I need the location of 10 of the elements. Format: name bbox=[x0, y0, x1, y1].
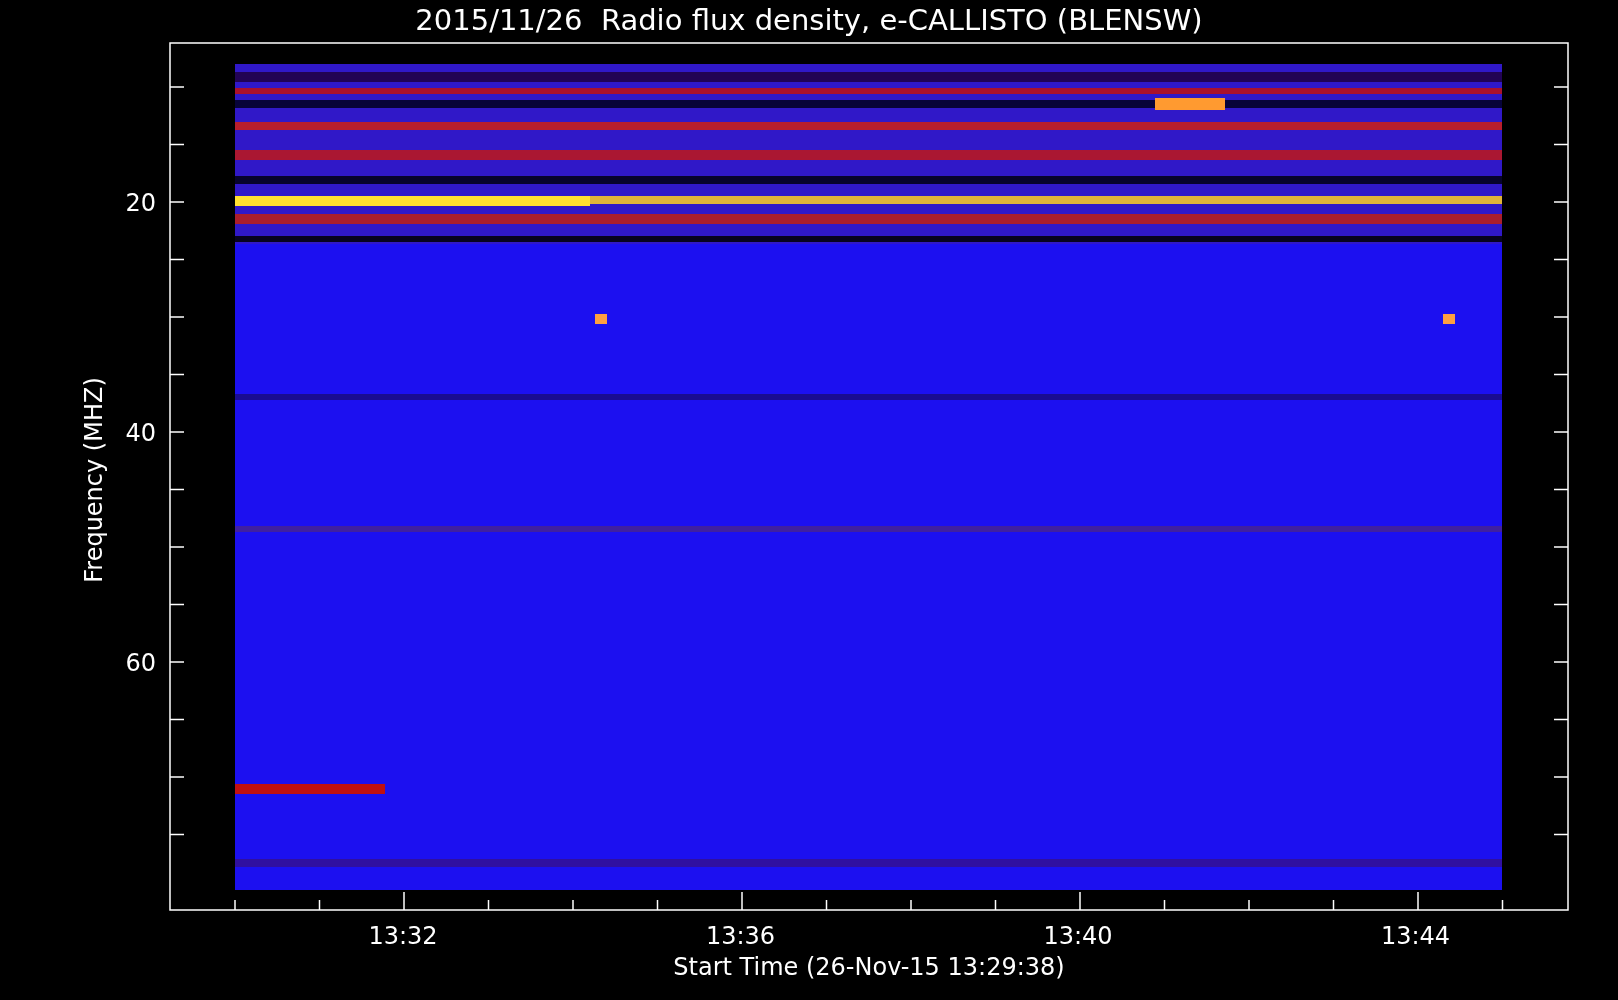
x-tick-label: 13:40 bbox=[1043, 922, 1113, 950]
y-tick-label: 20 bbox=[125, 189, 156, 217]
y-axis-title: Frequency (MHZ) bbox=[80, 377, 108, 583]
y-tick-label: 60 bbox=[125, 649, 156, 677]
x-axis-title: Start Time (26-Nov-15 13:29:38) bbox=[673, 953, 1065, 981]
x-tick-label: 13:36 bbox=[705, 922, 776, 950]
chart-title: 2015/11/26 Radio flux density, e-CALLISTO (BLENSW) bbox=[415, 3, 1203, 37]
x-tick-label: 13:32 bbox=[368, 922, 438, 950]
x-tick-label: 13:44 bbox=[1380, 922, 1451, 950]
y-tick-label: 40 bbox=[125, 419, 156, 447]
